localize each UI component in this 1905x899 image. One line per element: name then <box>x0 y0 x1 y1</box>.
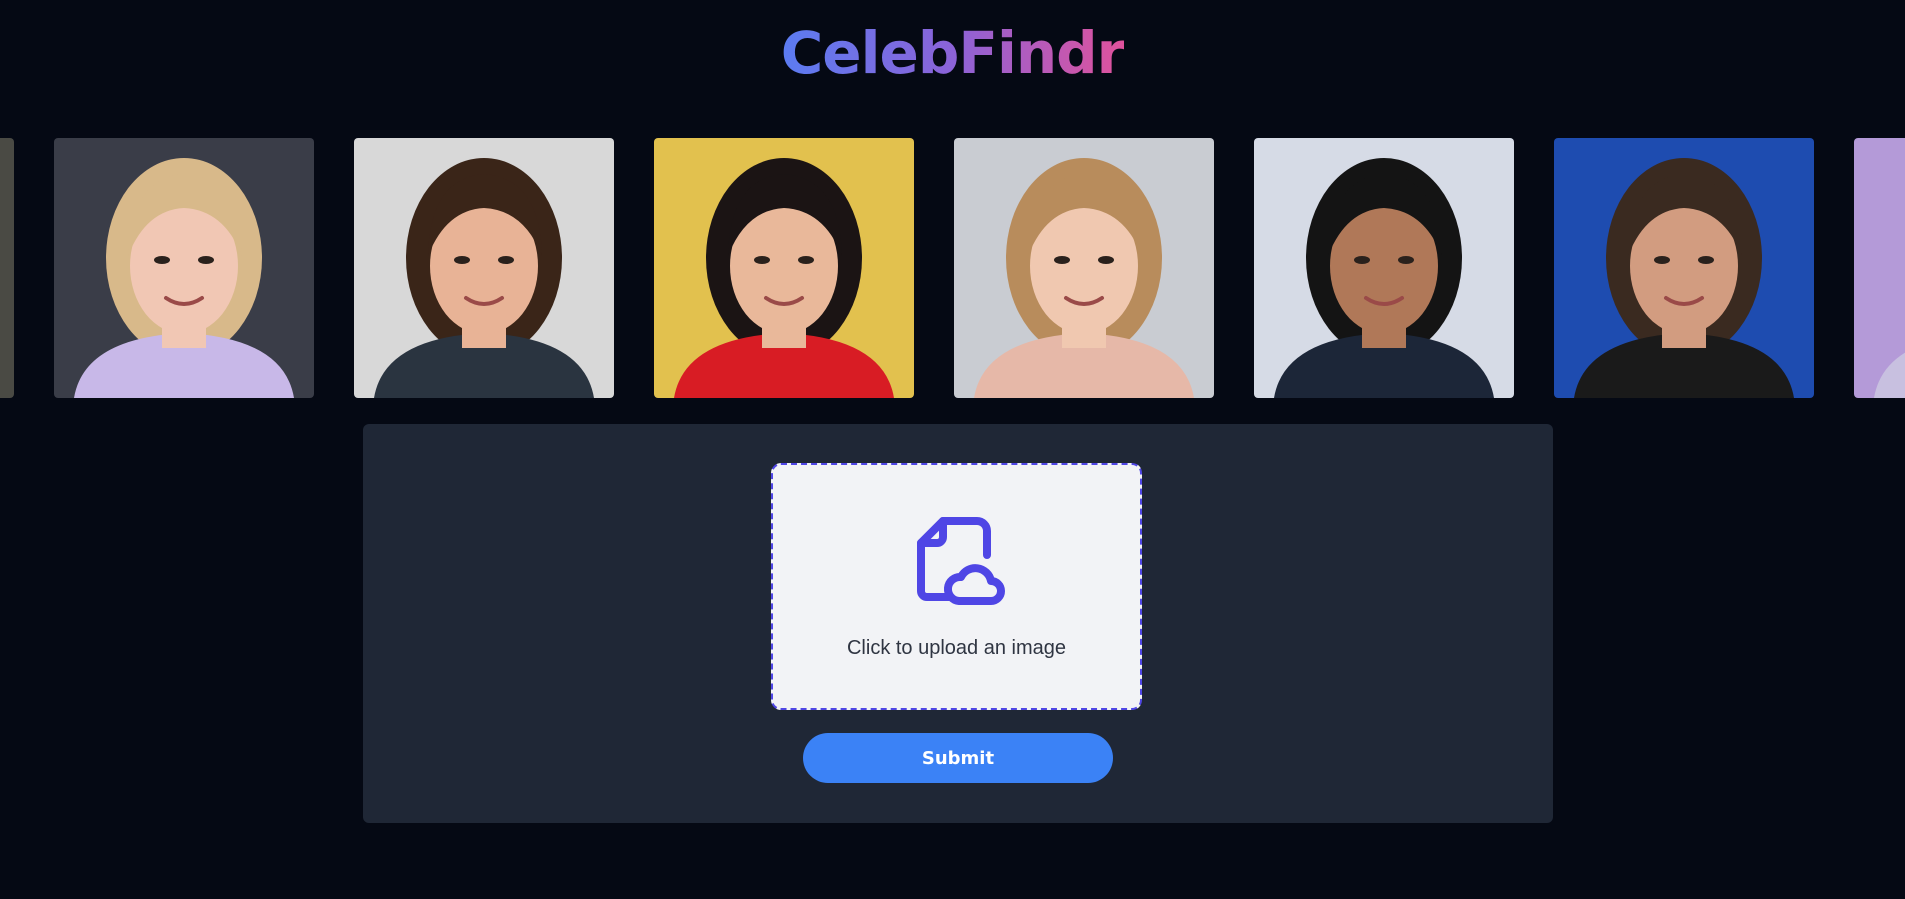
app-logo-text: CelebFindr <box>780 19 1126 87</box>
page: CelebFindr Click to upload an image Subm… <box>0 0 1905 899</box>
app-logo: CelebFindr <box>0 18 1905 88</box>
celebrity-photo-partial-right <box>1854 138 1905 398</box>
celebrity-photo-partial-left <box>0 138 14 398</box>
upload-label: Click to upload an image <box>846 637 1066 659</box>
celebrity-photo-5 <box>1254 138 1514 398</box>
upload-panel: Click to upload an image Submit <box>363 424 1553 823</box>
file-upload-cloud-icon <box>917 517 1005 605</box>
celebrity-carousel <box>0 138 1905 398</box>
image-upload-dropzone[interactable]: Click to upload an image <box>771 463 1142 710</box>
celebrity-photo-6 <box>1554 138 1814 398</box>
celebrity-photo-2 <box>354 138 614 398</box>
celebrity-photo-1 <box>54 138 314 398</box>
celebrity-photo-3 <box>654 138 914 398</box>
submit-button[interactable]: Submit <box>803 733 1113 783</box>
celebrity-photo-4 <box>954 138 1214 398</box>
